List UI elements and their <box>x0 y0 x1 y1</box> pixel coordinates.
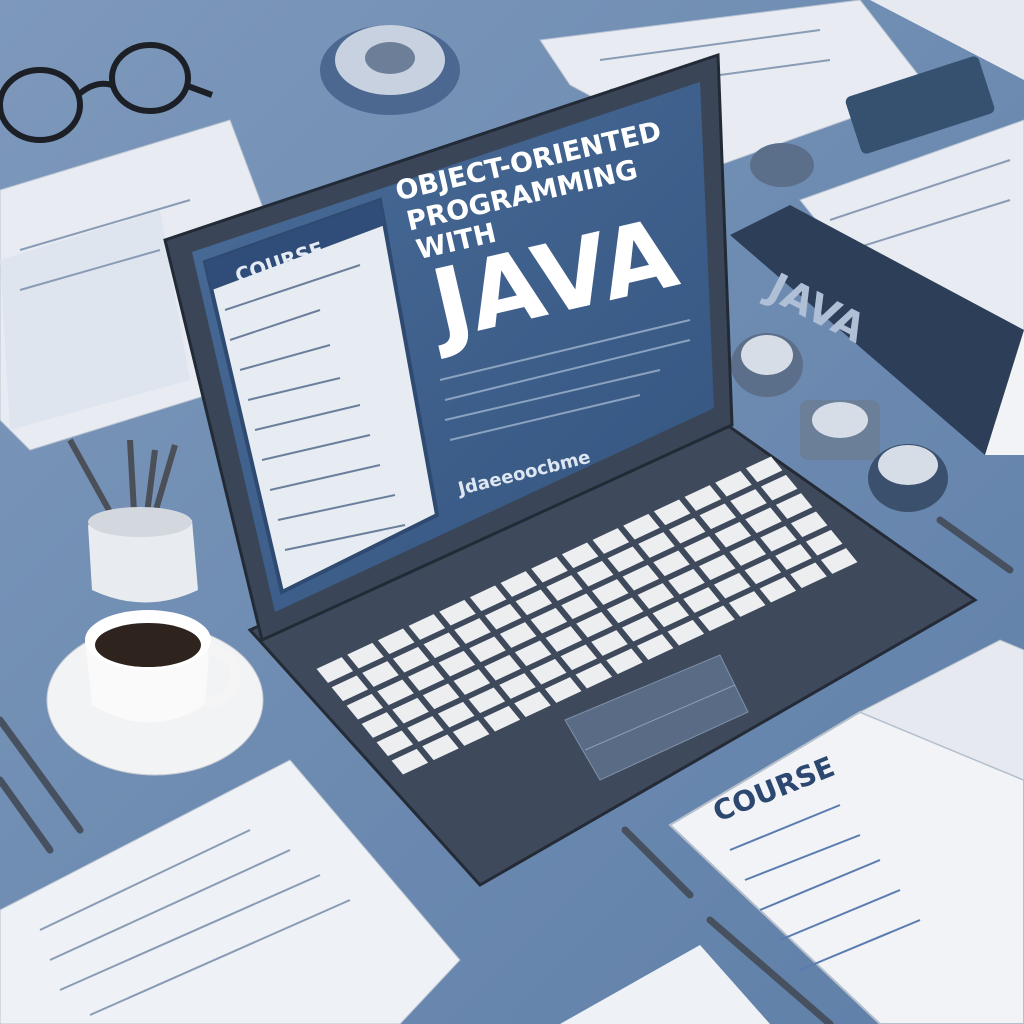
round-gadget <box>320 25 460 115</box>
desk-scene: JAVA COURSE OBJECT-ORIENTED PROGRAMMING … <box>0 0 1024 1024</box>
